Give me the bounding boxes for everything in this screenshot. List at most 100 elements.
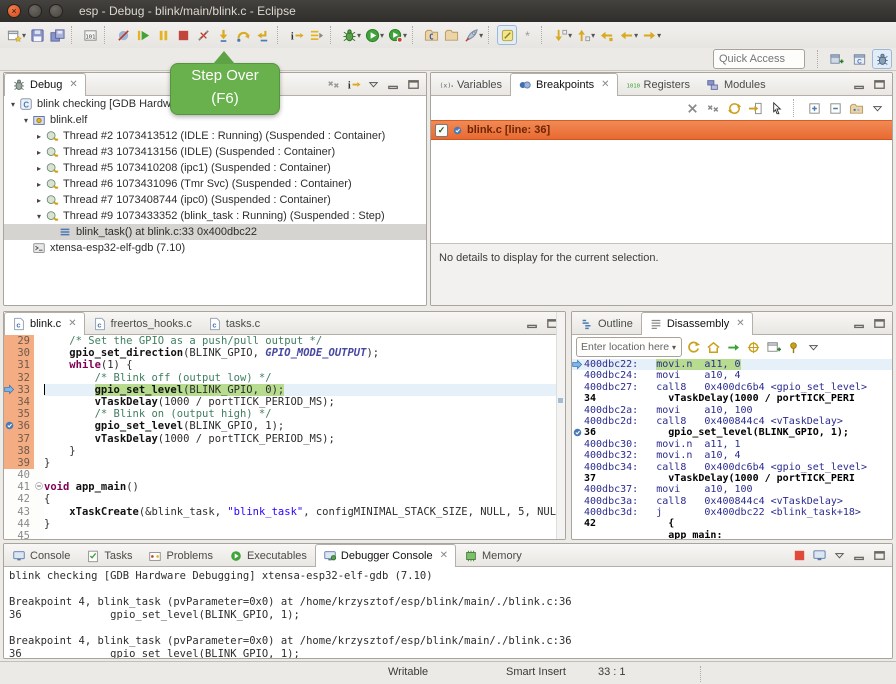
- disassembly-line-7[interactable]: 400dbc30: movi.n a11, 1: [572, 439, 892, 450]
- tab-disassembly[interactable]: Disassembly✕: [641, 312, 753, 335]
- code-line-43[interactable]: 43 xTaskCreate(&blink_task, "blink_task"…: [4, 506, 565, 518]
- disassembly-line-1[interactable]: 400dbc24: movi a10, 4: [572, 370, 892, 381]
- tab-modules[interactable]: Modules: [698, 73, 774, 96]
- disassembly-line-3[interactable]: 34 vTaskDelay(1000 / portTICK_PERI: [572, 393, 892, 404]
- debug-tree[interactable]: ▾Cblink checking [GDB Hardware Debugging…: [4, 96, 426, 305]
- tree-expander-icon[interactable]: ▾: [8, 100, 18, 109]
- code-line-38[interactable]: 38 }: [4, 445, 565, 457]
- disassembly-line-14[interactable]: 42 {: [572, 518, 892, 529]
- max-btn-button[interactable]: [871, 76, 888, 93]
- tab-problems[interactable]: Problems: [140, 544, 220, 567]
- bp-expand-all-button[interactable]: [806, 100, 823, 117]
- debug-tree-item-7[interactable]: ▾Thread #9 1073433352 (blink_task : Runn…: [4, 208, 426, 224]
- code-line-40[interactable]: 40: [4, 469, 565, 481]
- disassembly-line-15[interactable]: app_main:: [572, 530, 892, 539]
- gutter-line-35[interactable]: 35: [4, 408, 34, 420]
- remove-terminated-button[interactable]: [325, 76, 342, 93]
- gutter-line-29[interactable]: 29: [4, 335, 34, 347]
- code-line-37[interactable]: 37 vTaskDelay(1000 / portTICK_PERIOD_MS)…: [4, 433, 565, 445]
- follow-pc-button[interactable]: [725, 339, 742, 356]
- disassembly-line-8[interactable]: 400dbc32: movi.n a10, 4: [572, 450, 892, 461]
- tree-expander-icon[interactable]: ▾: [34, 212, 44, 221]
- code-line-36[interactable]: 36 gpio_set_level(BLINK_GPIO, 1);: [4, 420, 565, 432]
- view-menu-button[interactable]: [365, 76, 382, 93]
- window-maximize-button[interactable]: [49, 4, 63, 18]
- gutter-line-44[interactable]: 44: [4, 518, 34, 530]
- code-line-41[interactable]: 41void app_main(): [4, 481, 565, 493]
- tree-expander-icon[interactable]: ▸: [34, 196, 44, 205]
- max-btn-button[interactable]: [871, 547, 888, 564]
- code-line-34[interactable]: 34 vTaskDelay(1000 / portTICK_PERIOD_MS)…: [4, 396, 565, 408]
- min-btn-button[interactable]: [851, 76, 868, 93]
- save-button[interactable]: [27, 25, 47, 45]
- use-step-filters-button[interactable]: [306, 25, 326, 45]
- instruction-stepping-button[interactable]: i: [345, 76, 362, 93]
- min-btn-button[interactable]: [851, 547, 868, 564]
- tab-executables[interactable]: Executables: [221, 544, 315, 567]
- step-return-button[interactable]: [253, 25, 273, 45]
- external-tools-dropdown[interactable]: ▾: [403, 31, 407, 40]
- gutter-line-33[interactable]: 33: [4, 384, 34, 396]
- back-dropdown[interactable]: ▾: [634, 31, 638, 40]
- bp-groupby-button[interactable]: [848, 100, 865, 117]
- tab-debug-close-icon[interactable]: ✕: [69, 79, 77, 90]
- step-into-button[interactable]: [213, 25, 233, 45]
- tree-expander-icon[interactable]: ▸: [34, 148, 44, 157]
- last-edit-location-button[interactable]: [596, 25, 616, 45]
- gutter-line-30[interactable]: 30: [4, 347, 34, 359]
- tab-debugger-console-close-icon[interactable]: ✕: [440, 550, 448, 561]
- bp-remove-button[interactable]: [684, 100, 701, 117]
- pin-view-button[interactable]: [785, 339, 802, 356]
- tree-expander-icon[interactable]: ▸: [34, 180, 44, 189]
- external-tools-button[interactable]: [385, 25, 405, 45]
- bp-goto-file-button[interactable]: [747, 100, 764, 117]
- disassembly-line-11[interactable]: 400dbc37: movi a10, 100: [572, 484, 892, 495]
- gutter-line-42[interactable]: 42: [4, 493, 34, 505]
- gutter-line-38[interactable]: 38: [4, 445, 34, 457]
- code-line-30[interactable]: 30 gpio_set_direction(BLINK_GPIO, GPIO_M…: [4, 347, 565, 359]
- open-perspective-button[interactable]: [826, 49, 846, 69]
- editor-code[interactable]: 29 /* Set the GPIO as a push/pull output…: [4, 335, 565, 539]
- build-binary-button[interactable]: 101: [80, 25, 100, 45]
- gutter-line-40[interactable]: 40: [4, 469, 34, 481]
- tab-tasks[interactable]: Tasks: [78, 544, 140, 567]
- breakpoint-row[interactable]: ✓blink.c [line: 36]: [431, 120, 892, 140]
- code-line-32[interactable]: 32 /* Blink off (output low) */: [4, 372, 565, 384]
- tab-variables[interactable]: (x)=Variables: [431, 73, 510, 96]
- quick-access-input[interactable]: [713, 49, 805, 69]
- gutter-line-43[interactable]: 43: [4, 506, 34, 518]
- refresh-button[interactable]: [685, 339, 702, 356]
- new-wizard-button[interactable]: [4, 25, 24, 45]
- display-console-button[interactable]: [811, 547, 828, 564]
- code-line-29[interactable]: 29 /* Set the GPIO as a push/pull output…: [4, 335, 565, 347]
- view-menu-button[interactable]: [831, 547, 848, 564]
- code-line-31[interactable]: 31 while(1) {: [4, 359, 565, 371]
- debug-tree-item-4[interactable]: ▸Thread #5 1073410208 (ipc1) (Suspended …: [4, 160, 426, 176]
- tab-tasks-c[interactable]: ctasks.c: [200, 312, 268, 335]
- console-output[interactable]: blink checking [GDB Hardware Debugging] …: [4, 567, 892, 658]
- fold-column[interactable]: [34, 481, 44, 493]
- forward-button[interactable]: [639, 25, 659, 45]
- gutter-line-36[interactable]: 36: [4, 420, 34, 432]
- terminate-button[interactable]: [173, 25, 193, 45]
- tab-outline[interactable]: Outline: [572, 312, 641, 335]
- debug-tree-item-8[interactable]: blink_task() at blink.c:33 0x400dbc22: [4, 224, 426, 240]
- bp-remove-all-button[interactable]: [705, 100, 722, 117]
- tab-blink-c-close-icon[interactable]: ✕: [68, 318, 76, 329]
- forward-dropdown[interactable]: ▾: [657, 31, 661, 40]
- bp-collapse-all-button[interactable]: [827, 100, 844, 117]
- max-btn-button[interactable]: [405, 76, 422, 93]
- annotations-button[interactable]: *: [517, 25, 537, 45]
- disassembly-line-6[interactable]: 36 gpio_set_level(BLINK_GPIO, 1);: [572, 427, 892, 438]
- previous-annotation-dropdown[interactable]: ▾: [591, 31, 595, 40]
- launch-rocket-button[interactable]: [461, 25, 481, 45]
- skip-all-breakpoints-button[interactable]: [113, 25, 133, 45]
- breakpoint-checkbox[interactable]: ✓: [435, 124, 448, 137]
- resume-button[interactable]: [133, 25, 153, 45]
- tree-expander-icon[interactable]: ▾: [21, 116, 31, 125]
- open-resource-button[interactable]: [441, 25, 461, 45]
- save-all-button[interactable]: [47, 25, 67, 45]
- debug-tree-item-2[interactable]: ▸Thread #2 1073413512 (IDLE : Running) (…: [4, 128, 426, 144]
- gutter-line-31[interactable]: 31: [4, 359, 34, 371]
- disconnect-button[interactable]: [193, 25, 213, 45]
